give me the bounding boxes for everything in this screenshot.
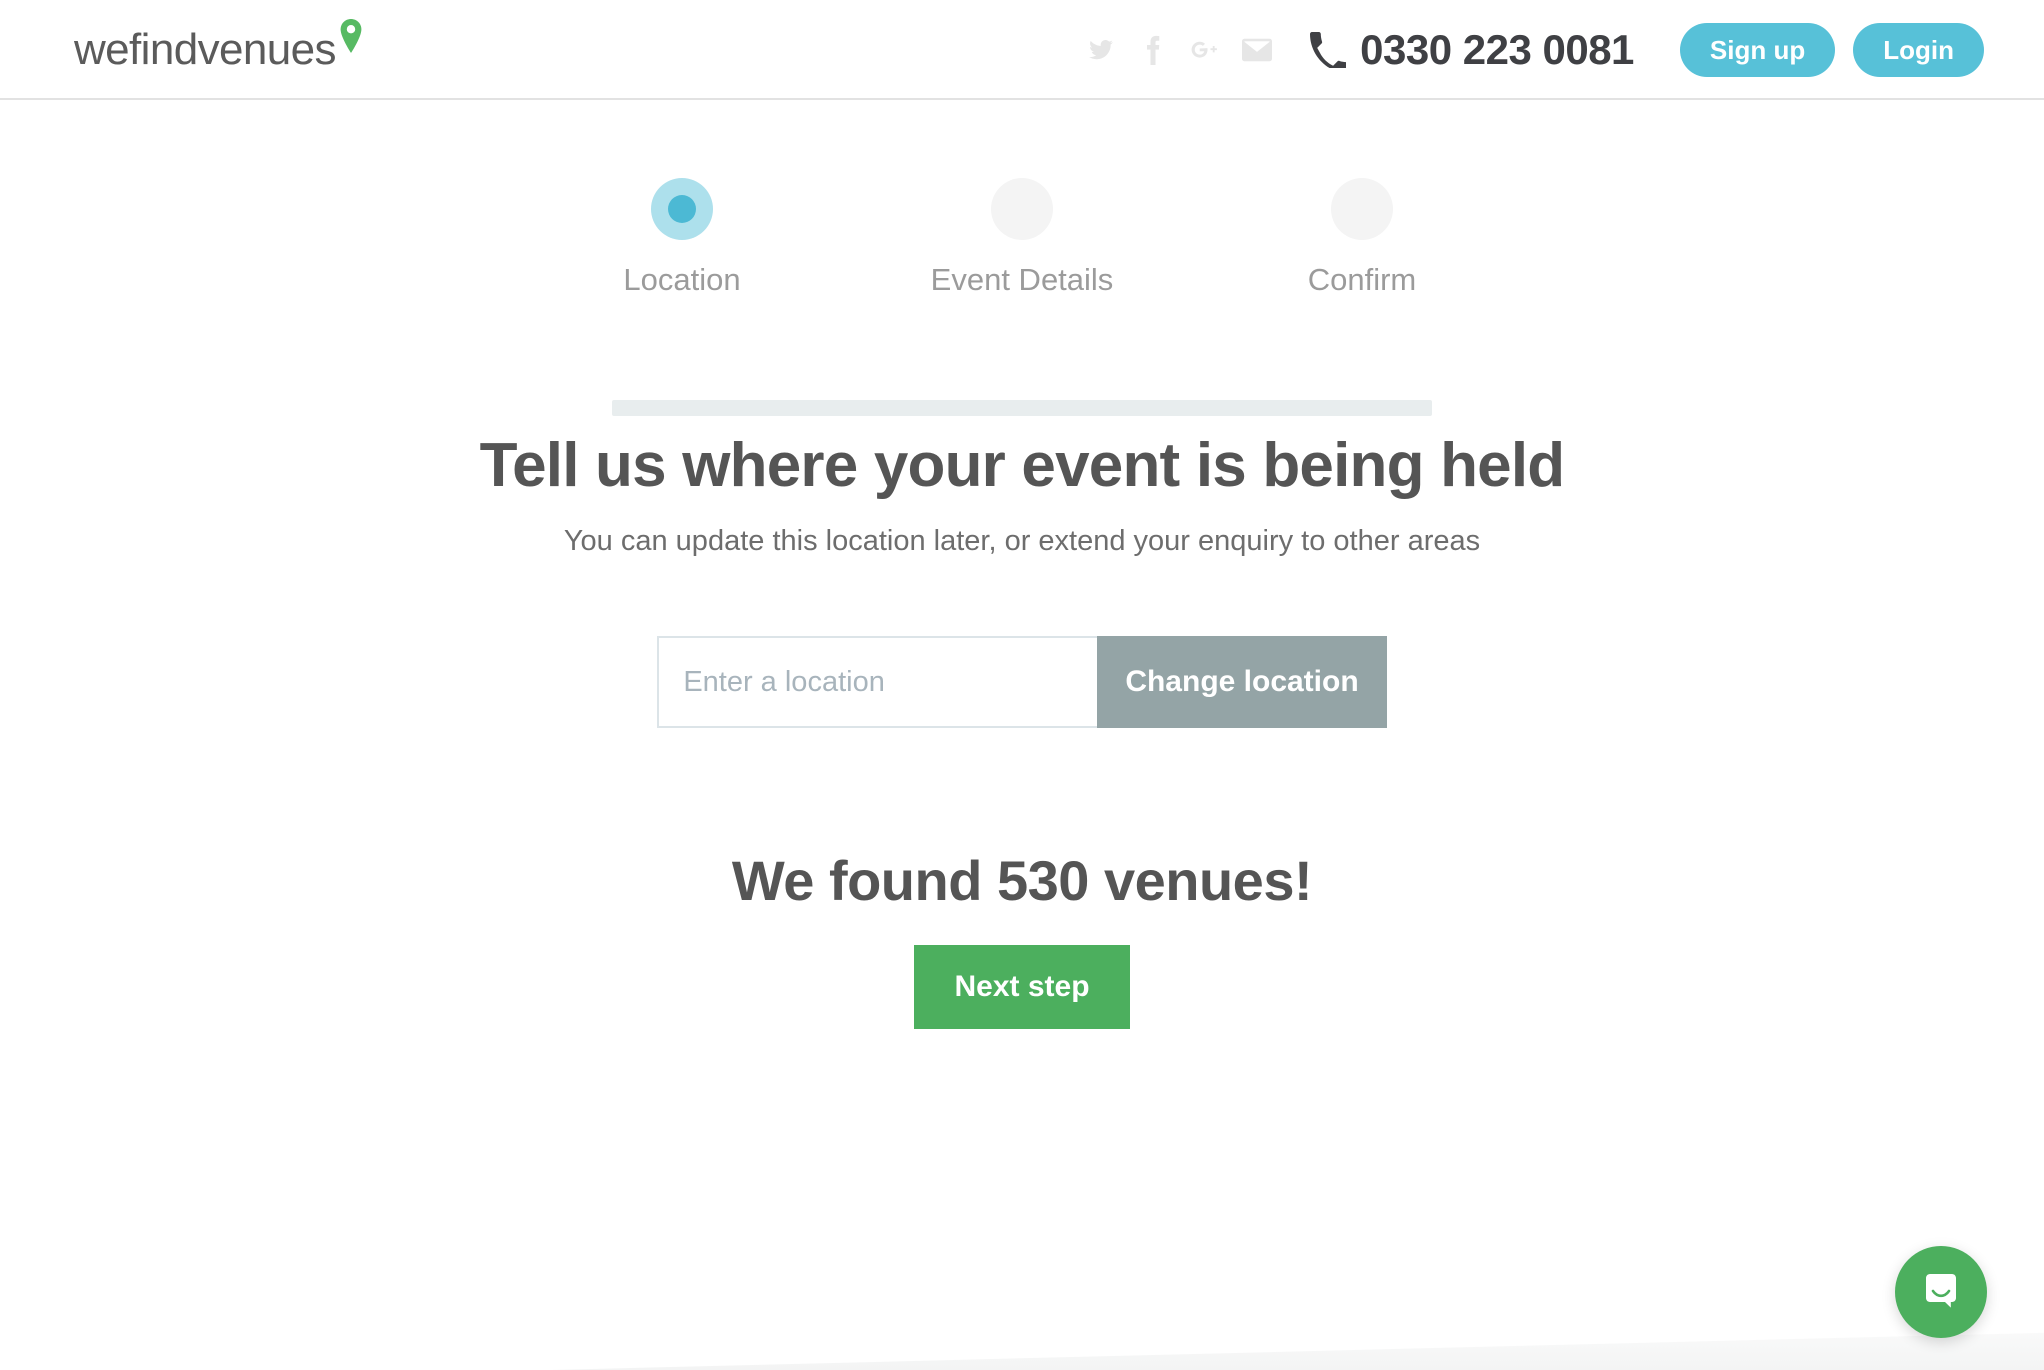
- page-title: Tell us where your event is being held: [479, 431, 1566, 500]
- chat-bubble-icon: [1918, 1267, 1964, 1318]
- site-header: wefindvenues 0330 223 0081 Sign up Login: [0, 0, 2044, 100]
- stepper-step-location[interactable]: Location: [572, 178, 792, 298]
- logo-text: wefindvenues: [74, 25, 336, 74]
- stepper-step-confirm[interactable]: Confirm: [1252, 178, 1472, 298]
- map-pin-icon: [338, 18, 364, 59]
- next-step-button[interactable]: Next step: [914, 945, 1130, 1029]
- page-root: wefindvenues 0330 223 0081 Sign up Login…: [0, 0, 2044, 1370]
- stepper-step-event-details[interactable]: Event Details: [912, 178, 1132, 298]
- social-links: [1086, 35, 1273, 65]
- venue-result-count: We found 530 venues!: [731, 849, 1313, 912]
- stepper-label-event-details: Event Details: [930, 262, 1114, 297]
- stepper-label-location: Location: [623, 262, 741, 297]
- email-icon[interactable]: [1242, 35, 1273, 65]
- twitter-icon[interactable]: [1086, 35, 1116, 65]
- step-dot: [991, 178, 1053, 240]
- change-location-button[interactable]: Change location: [1097, 636, 1387, 728]
- stepper-progress-bar: [612, 400, 1432, 416]
- progress-stepper: Location Event Details Confirm: [572, 178, 1472, 416]
- logo[interactable]: wefindvenues: [74, 10, 364, 72]
- stepper-steps: Location Event Details Confirm: [572, 178, 1472, 298]
- login-button[interactable]: Login: [1853, 22, 1984, 78]
- location-search-row: Change location: [0, 636, 2044, 728]
- step-dot-active: [651, 178, 713, 240]
- page-subtitle: You can update this location later, or e…: [563, 525, 1481, 557]
- sign-up-button[interactable]: Sign up: [1679, 22, 1836, 78]
- phone-icon: [1310, 32, 1347, 68]
- step-dot: [1331, 178, 1393, 240]
- facebook-icon[interactable]: [1138, 35, 1168, 65]
- angled-section-divider: [0, 1332, 2044, 1370]
- phone-contact[interactable]: 0330 223 0081: [1310, 26, 1634, 74]
- stepper-label-confirm: Confirm: [1307, 262, 1417, 297]
- location-input[interactable]: [657, 636, 1098, 728]
- progress-stepper-wrap: Location Event Details Confirm: [0, 178, 2044, 416]
- google-plus-icon[interactable]: [1190, 35, 1220, 65]
- header-right-cluster: 0330 223 0081 Sign up Login: [1086, 0, 1984, 100]
- chat-launcher-button[interactable]: [1895, 1246, 1987, 1338]
- auth-buttons: Sign up Login: [1679, 22, 1984, 78]
- phone-number: 0330 223 0081: [1360, 26, 1634, 73]
- main-content: Tell us where your event is being held Y…: [0, 430, 2044, 1029]
